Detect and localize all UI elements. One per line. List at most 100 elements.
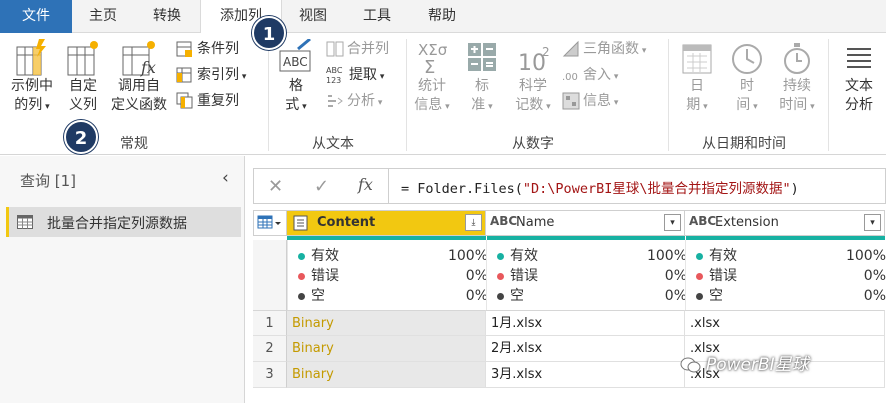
- statistics-label-2: 信息 ▾: [414, 97, 450, 113]
- query-item[interactable]: 批量合并指定列源数据: [6, 207, 241, 237]
- ribbon-divider: [406, 39, 407, 151]
- collapse-chevron-icon[interactable]: ‹: [222, 168, 229, 188]
- wechat-icon: [680, 357, 701, 373]
- column-header-extension[interactable]: ABC Extension ▾: [685, 210, 885, 236]
- index-column-button[interactable]: 索引列 ▾: [176, 64, 246, 86]
- invoke-custom-function-button[interactable]: fx 调用自 定义函数: [106, 39, 172, 115]
- queries-title: 查询 [1]: [20, 172, 77, 190]
- filter-dropdown-icon[interactable]: ▾: [864, 214, 881, 231]
- row-number[interactable]: 2: [253, 336, 287, 362]
- group-label-from-datetime: 从日期和时间: [702, 136, 786, 152]
- text-analytics-label-2: 分析: [845, 97, 873, 113]
- merge-columns-icon: [326, 41, 344, 57]
- trigonometry-button[interactable]: 三角函数 ▾: [562, 38, 646, 60]
- standard-label-2: 准 ▾: [471, 97, 493, 113]
- scientific-label-1: 科学: [519, 78, 547, 94]
- query-item-label: 批量合并指定列源数据: [47, 216, 187, 232]
- menu-tab-bar: 文件 主页 转换 添加列 视图 工具 帮助: [0, 0, 886, 34]
- expand-column-icon[interactable]: ⤓: [465, 214, 482, 231]
- standard-button[interactable]: 标 准 ▾: [462, 39, 502, 117]
- row-number[interactable]: 3: [253, 362, 287, 388]
- ribbon-divider: [828, 39, 829, 151]
- time-button[interactable]: 时 间 ▾: [724, 39, 770, 117]
- date-label-2: 期 ▾: [686, 97, 708, 113]
- extension-cell[interactable]: .xlsx: [685, 310, 885, 336]
- parse-button[interactable]: 分析 ▾: [326, 90, 382, 112]
- svg-text:2: 2: [542, 45, 550, 59]
- extract-button[interactable]: ABC 123 提取 ▾: [326, 64, 384, 86]
- svg-text:ABC: ABC: [326, 66, 343, 75]
- name-cell[interactable]: 1月.xlsx: [486, 310, 685, 336]
- filter-dropdown-icon[interactable]: ▾: [664, 214, 681, 231]
- tab-tools[interactable]: 工具: [344, 0, 410, 33]
- text-type-icon: ABC: [689, 214, 717, 228]
- statistics-label-1: 统计: [418, 78, 446, 94]
- column-header-name[interactable]: ABC Name ▾: [486, 210, 685, 236]
- time-label-1: 时: [740, 78, 754, 94]
- standard-operators-icon: [468, 43, 496, 71]
- column-from-examples-button[interactable]: 示例中 的列 ▾: [6, 39, 58, 117]
- queries-pane: 查询 [1] ‹ 批量合并指定列源数据: [0, 156, 245, 403]
- scientific-icon: 10 2: [518, 45, 550, 76]
- statistics-button[interactable]: XΣσ Σ 统计 信息 ▾: [410, 39, 454, 117]
- rounding-button[interactable]: .00 舍入 ▾: [562, 64, 618, 86]
- time-label-2: 间 ▾: [736, 97, 758, 113]
- cancel-formula-icon[interactable]: ✕: [268, 176, 283, 197]
- tab-file[interactable]: 文件: [0, 0, 72, 33]
- row-number[interactable]: 1: [253, 310, 287, 336]
- fx-icon[interactable]: fx: [358, 175, 373, 194]
- ribbon: 示例中 的列 ▾ 自定 义列 fx 调用自 定义函数 条件列 索引列 ▾ 重复列…: [0, 33, 886, 155]
- statistics-icon: XΣσ Σ: [418, 41, 448, 77]
- profile-error: 错误 0%: [497, 266, 687, 286]
- profile-valid: 有效 100%: [497, 246, 687, 266]
- column-profile: 有效 100% 错误 0% 空 0%: [287, 240, 488, 310]
- table-type-icon: [293, 215, 308, 231]
- confirm-formula-icon[interactable]: ✓: [314, 176, 329, 197]
- text-analytics-icon: [847, 48, 871, 68]
- svg-text:.00: .00: [562, 72, 578, 83]
- format-text-icon: ABC: [279, 39, 311, 72]
- index-column-icon: [176, 67, 192, 83]
- name-cell[interactable]: 3月.xlsx: [486, 362, 685, 388]
- content-cell[interactable]: Binary: [287, 310, 486, 336]
- tab-help[interactable]: 帮助: [410, 0, 474, 33]
- duplicate-column-icon: [176, 92, 193, 109]
- svg-text:ABC: ABC: [283, 55, 308, 69]
- date-label-1: 日: [690, 78, 704, 94]
- text-type-icon: ABC: [490, 214, 518, 228]
- ribbon-divider: [268, 39, 269, 151]
- custom-column-label-1: 自定: [69, 78, 97, 94]
- duration-button[interactable]: 持续 时间 ▾: [772, 39, 822, 117]
- tab-transform[interactable]: 转换: [134, 0, 200, 33]
- formula-input[interactable]: = Folder.Files("D:\PowerBI星球\批量合并指定列源数据"…: [401, 177, 799, 197]
- group-label-from-text: 从文本: [312, 136, 354, 152]
- calendar-icon: [682, 44, 712, 74]
- format-button[interactable]: ABC 格 式 ▾: [276, 39, 316, 117]
- column-header-content[interactable]: Content ⤓: [287, 210, 486, 236]
- conditional-column-icon: [176, 41, 192, 57]
- table-menu-icon[interactable]: [253, 210, 287, 236]
- custom-column-button[interactable]: 自定 义列: [62, 39, 104, 115]
- information-button[interactable]: 信息 ▾: [562, 90, 618, 112]
- tab-view[interactable]: 视图: [282, 0, 344, 33]
- invoke-function-label-2: 定义函数: [111, 97, 167, 113]
- merge-columns-button[interactable]: 合并列: [326, 38, 389, 60]
- content-cell[interactable]: Binary: [287, 362, 486, 388]
- format-label-2: 式 ▾: [285, 97, 307, 113]
- text-analytics-label-1: 文本: [845, 78, 873, 94]
- profile-gutter: [253, 240, 287, 310]
- scientific-label-2: 记数 ▾: [515, 97, 551, 113]
- duplicate-column-button[interactable]: 重复列: [176, 90, 239, 112]
- column-from-examples-label-2: 的列 ▾: [14, 97, 50, 113]
- tab-home[interactable]: 主页: [72, 0, 134, 33]
- duration-label-1: 持续: [783, 78, 811, 94]
- conditional-column-button[interactable]: 条件列: [176, 38, 239, 60]
- content-cell[interactable]: Binary: [287, 336, 486, 362]
- scientific-button[interactable]: 10 2 科学 记数 ▾: [510, 39, 556, 117]
- profile-empty: 空 0%: [696, 286, 886, 306]
- svg-text:fx: fx: [140, 58, 156, 77]
- name-cell[interactable]: 2月.xlsx: [486, 336, 685, 362]
- text-analytics-button[interactable]: 文本 分析: [836, 39, 882, 115]
- function-icon: fx: [122, 41, 156, 77]
- date-button[interactable]: 日 期 ▾: [674, 39, 720, 117]
